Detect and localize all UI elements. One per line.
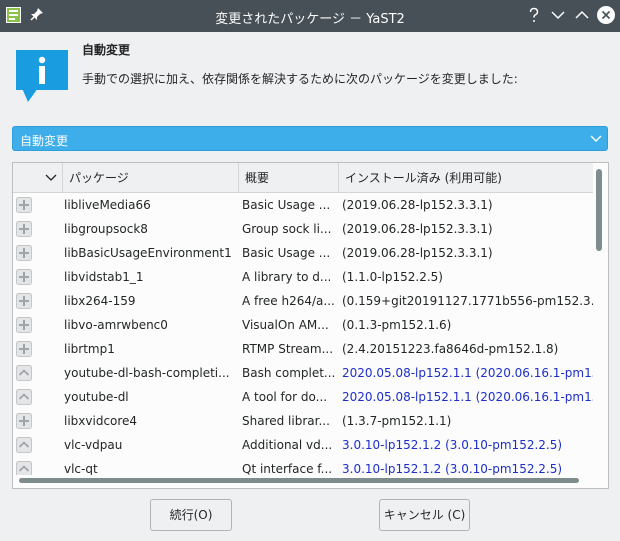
update-icon[interactable] <box>16 461 32 475</box>
package-version: 2020.05.08-lp152.1.1 (2020.06.16.1-pm15 <box>342 366 593 380</box>
continue-button[interactable]: 続行(O) <box>150 499 232 531</box>
chevron-down-icon <box>590 135 602 143</box>
package-version: (2.4.20151223.fa8646d-pm152.1.8) <box>342 342 559 356</box>
information-icon <box>16 50 68 102</box>
table-row[interactable]: libgroupsock8 Group sock li... (2019.06.28… <box>13 217 593 241</box>
plus-icon[interactable] <box>16 413 32 429</box>
row-status[interactable] <box>16 217 36 241</box>
horizontal-scrollbar[interactable] <box>15 475 595 485</box>
package-name: vlc-vdpau <box>64 438 123 452</box>
table-body: libliveMedia66 Basic Usage ... (2019.06.28… <box>13 193 593 475</box>
package-version: 2020.05.08-lp152.1.1 (2020.06.16.1-pm15 <box>342 390 593 404</box>
column-header-summary[interactable]: 概要 <box>239 163 339 193</box>
maximize-icon[interactable] <box>572 5 592 25</box>
package-name: libvidstab1_1 <box>64 270 144 284</box>
row-status[interactable] <box>16 265 36 289</box>
package-name: youtube-dl-bash-completi... <box>64 366 230 380</box>
package-version: 3.0.10-lp152.1.2 (3.0.10-pm152.2.5) <box>342 438 563 452</box>
plus-icon[interactable] <box>16 293 32 309</box>
row-status[interactable] <box>16 313 36 337</box>
package-summary: Basic Usage ... <box>242 198 331 212</box>
update-icon[interactable] <box>16 437 32 453</box>
package-summary: Bash complet... <box>242 366 336 380</box>
message-title: 自動変更 <box>82 43 131 57</box>
package-table[interactable]: パッケージ 概要 インストール済み (利用可能) libliveMedia66 B… <box>12 162 609 489</box>
package-summary: A library to d... <box>242 270 332 284</box>
package-version: (1.1.0-lp152.2.5) <box>342 270 443 284</box>
row-status[interactable] <box>16 361 36 385</box>
row-status[interactable] <box>16 193 36 217</box>
change-filter-combobox[interactable]: 自動変更 <box>12 126 608 151</box>
row-status[interactable] <box>16 289 36 313</box>
package-summary: A tool for do... <box>242 390 328 404</box>
row-status[interactable] <box>16 433 36 457</box>
package-summary: Group sock li... <box>242 222 332 236</box>
row-status[interactable] <box>16 457 36 475</box>
vertical-scrollbar[interactable] <box>596 167 603 467</box>
row-status[interactable] <box>16 409 36 433</box>
table-header: パッケージ 概要 インストール済み (利用可能) <box>13 163 593 193</box>
package-name: libvo-amrwbenc0 <box>64 318 168 332</box>
row-status[interactable] <box>16 337 36 361</box>
package-name: vlc-qt <box>64 462 98 475</box>
horizontal-scrollbar-thumb[interactable] <box>19 478 579 483</box>
table-row[interactable]: libvo-amrwbenc0 VisualOn AM... (0.1.3-pm15… <box>13 313 593 337</box>
table-row[interactable]: vlc-qt Qt interface f... 3.0.10-lp152.1.2 … <box>13 457 593 475</box>
package-name: libliveMedia66 <box>64 198 151 212</box>
table-row[interactable]: librtmp1 RTMP Stream... (2.4.20151223.fa86… <box>13 337 593 361</box>
package-summary: A free h264/a... <box>242 294 335 308</box>
table-row[interactable]: libvidstab1_1 A library to d... (1.1.0-lp1… <box>13 265 593 289</box>
package-version: (2019.06.28-lp152.3.3.1) <box>342 246 493 260</box>
update-icon[interactable] <box>16 389 32 405</box>
row-status[interactable] <box>16 241 36 265</box>
update-icon[interactable] <box>16 365 32 381</box>
package-summary: VisualOn AM... <box>242 318 329 332</box>
title-bar: 変更されたパッケージ － YaST2 <box>0 0 620 32</box>
plus-icon[interactable] <box>16 197 32 213</box>
plus-icon[interactable] <box>16 245 32 261</box>
vertical-scrollbar-thumb[interactable] <box>596 169 602 251</box>
plus-icon[interactable] <box>16 221 32 237</box>
package-version: (1.3.7-pm152.1.1) <box>342 414 452 428</box>
table-row[interactable]: vlc-vdpau Additional vd... 3.0.10-lp152.1.… <box>13 433 593 457</box>
table-row[interactable]: libx264-159 A free h264/a... (0.159+git201… <box>13 289 593 313</box>
column-header-status[interactable] <box>13 163 63 193</box>
column-header-package[interactable]: パッケージ <box>63 163 239 193</box>
package-summary: Additional vd... <box>242 438 333 452</box>
package-name: libxvidcore4 <box>64 414 138 428</box>
column-header-installed[interactable]: インストール済み (利用可能) <box>339 163 593 193</box>
package-version: (0.1.3-pm152.1.6) <box>342 318 452 332</box>
package-summary: RTMP Stream... <box>242 342 334 356</box>
help-icon[interactable] <box>524 5 544 25</box>
package-summary: Qt interface f... <box>242 462 333 475</box>
package-name: librtmp1 <box>64 342 115 356</box>
table-row[interactable]: libxvidcore4 Shared librar... (1.3.7-pm152… <box>13 409 593 433</box>
plus-icon[interactable] <box>16 317 32 333</box>
package-version: (2019.06.28-lp152.3.3.1) <box>342 222 493 236</box>
table-row[interactable]: libliveMedia66 Basic Usage ... (2019.06.28… <box>13 193 593 217</box>
package-name: youtube-dl <box>64 390 129 404</box>
package-version: (2019.06.28-lp152.3.3.1) <box>342 198 493 212</box>
message-text: 手動での選択に加え、依存関係を解決するために次のパッケージを変更しました: <box>82 72 518 86</box>
package-name: libx264-159 <box>64 294 136 308</box>
combobox-selected-value: 自動変更 <box>20 134 69 148</box>
minimize-icon[interactable] <box>548 5 568 25</box>
row-status[interactable] <box>16 385 36 409</box>
cancel-button[interactable]: キャンセル (C) <box>379 499 470 531</box>
plus-icon[interactable] <box>16 269 32 285</box>
package-name: libBasicUsageEnvironment1 <box>64 246 232 260</box>
sort-descending-icon <box>45 174 57 181</box>
plus-icon[interactable] <box>16 341 32 357</box>
package-version: (0.159+git20191127.1771b556-pm152.3. <box>342 294 593 308</box>
table-row[interactable]: libBasicUsageEnvironment1 Basic Usage ...… <box>13 241 593 265</box>
close-icon[interactable] <box>596 5 616 25</box>
package-version: 3.0.10-lp152.1.2 (3.0.10-pm152.2.5) <box>342 462 563 475</box>
table-row[interactable]: youtube-dl A tool for do... 2020.05.08-lp1… <box>13 385 593 409</box>
package-summary: Basic Usage ... <box>242 246 331 260</box>
package-summary: Shared librar... <box>242 414 330 428</box>
table-row[interactable]: youtube-dl-bash-completi... Bash complet.… <box>13 361 593 385</box>
package-name: libgroupsock8 <box>64 222 148 236</box>
